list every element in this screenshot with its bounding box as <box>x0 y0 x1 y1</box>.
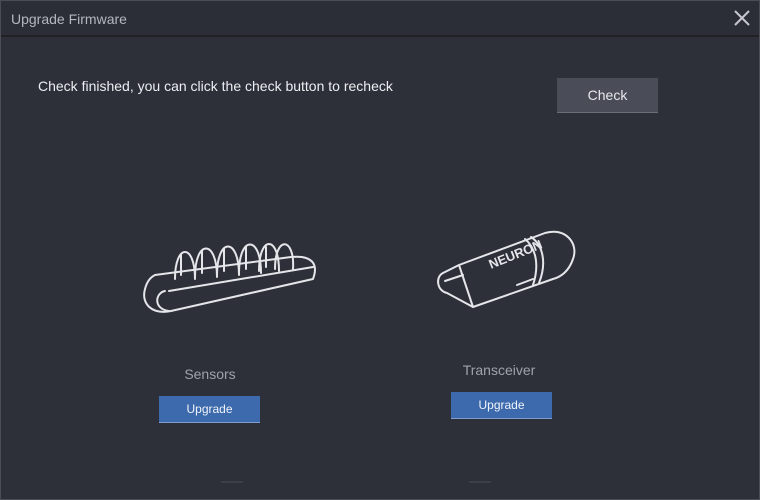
title-bar: Upgrade Firmware <box>1 1 759 37</box>
device-label-transceiver: Transceiver <box>462 362 536 378</box>
window-title: Upgrade Firmware <box>11 11 127 27</box>
upgrade-firmware-dialog: Upgrade Firmware Check finished, you can… <box>0 0 760 500</box>
upgrade-sensors-button[interactable]: Upgrade <box>159 396 260 423</box>
upgrade-transceiver-button[interactable]: Upgrade <box>451 392 552 419</box>
check-button[interactable]: Check <box>557 78 658 113</box>
divider-mark <box>469 481 491 483</box>
close-icon[interactable] <box>731 7 753 29</box>
device-label-sensors: Sensors <box>184 366 236 382</box>
sensor-dock-icon <box>143 243 316 313</box>
usb-transceiver-icon: NEURON <box>437 230 576 308</box>
divider-mark <box>221 481 243 483</box>
check-status-text: Check finished, you can click the check … <box>38 78 393 94</box>
